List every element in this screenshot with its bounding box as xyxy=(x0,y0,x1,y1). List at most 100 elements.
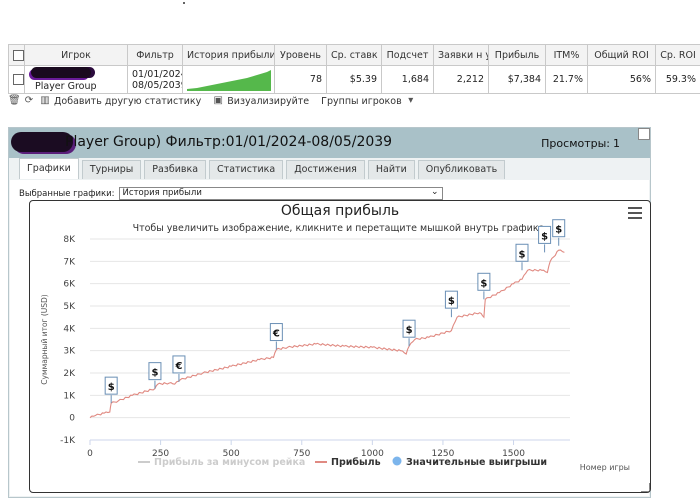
y-tick-label: 7K xyxy=(63,257,76,267)
image-icon: ▣ xyxy=(213,95,223,106)
legend-markers-swatch[interactable] xyxy=(392,456,402,466)
views-count: 1 xyxy=(613,137,620,150)
big-win-marker[interactable]: $ xyxy=(538,225,552,253)
chart-container[interactable]: Общая прибыль Чтобы увеличить изображени… xyxy=(29,200,651,493)
marker-label: € xyxy=(174,361,182,372)
select-all-cell[interactable] xyxy=(8,44,25,66)
level-value: 78 xyxy=(274,65,327,94)
tab-breakdown[interactable]: Разбивка xyxy=(144,160,207,179)
col-profit[interactable]: Прибыль xyxy=(488,44,546,66)
row-checkbox-cell[interactable] xyxy=(8,65,25,94)
profit-value: $7,384 xyxy=(488,65,546,94)
x-axis-label: Номер игры xyxy=(580,463,630,472)
col-player[interactable]: Игрок xyxy=(24,44,128,66)
big-win-marker[interactable]: $ xyxy=(104,376,118,404)
col-avg-stake[interactable]: Ср. ставк xyxy=(326,44,382,66)
panel-title: Player Group) Фильтр:01/01/2024-08/05/20… xyxy=(65,134,393,150)
marker-label: $ xyxy=(151,368,158,379)
col-avg-roi[interactable]: Ср. ROI xyxy=(655,44,700,66)
player-cell[interactable]: Player Group xyxy=(24,65,128,94)
filter-cell: 01/01/2024 08/05/2039 xyxy=(127,65,183,94)
marker-label: $ xyxy=(519,249,526,260)
count-value: 1,684 xyxy=(381,65,434,94)
chart-select-value: История прибыли xyxy=(122,188,202,198)
y-tick-label: 3K xyxy=(63,347,76,357)
marker-label: $ xyxy=(541,231,548,242)
x-tick-label: 0 xyxy=(87,449,93,459)
tab-statistics[interactable]: Статистика xyxy=(209,160,284,179)
marker-label: $ xyxy=(406,325,413,336)
y-tick-label: 5K xyxy=(63,302,76,312)
profit-sparkline xyxy=(187,69,271,91)
total-roi-value: 56% xyxy=(587,65,656,94)
caret-down-icon: ▾ xyxy=(408,95,414,106)
visualize-button[interactable]: ▣ Визуализируйте xyxy=(213,95,310,107)
big-win-marker[interactable]: $ xyxy=(552,219,566,246)
chart-select[interactable]: История прибыли ⌄ xyxy=(118,187,443,200)
add-stat-button[interactable]: ▥ Добавить другую статистику xyxy=(40,96,201,107)
tab-graphs[interactable]: Графики xyxy=(19,158,79,179)
redaction-scribble xyxy=(11,132,73,152)
y-tick-label: 6K xyxy=(63,280,76,290)
big-win-marker[interactable]: $ xyxy=(402,319,416,347)
panel-tabs: Графики Турниры Разбивка Статистика Дост… xyxy=(19,158,506,180)
add-stat-label: Добавить другую статистику xyxy=(54,95,202,107)
itm-value: 21.7% xyxy=(545,65,588,94)
close-button[interactable] xyxy=(638,128,650,140)
y-tick-label: 0 xyxy=(69,414,75,424)
tab-achievements[interactable]: Достижения xyxy=(286,160,365,179)
col-filter[interactable]: Фильтр xyxy=(127,44,183,66)
player-name: Player Group xyxy=(35,81,97,92)
y-axis-label: Суммарный итог (USD) xyxy=(40,294,49,385)
col-itm[interactable]: ITM% xyxy=(545,44,588,66)
col-level[interactable]: Уровень xyxy=(274,44,327,66)
resize-handle[interactable] xyxy=(641,483,650,492)
player-groups-dropdown[interactable]: Группы игроков ▾ xyxy=(321,96,416,107)
panel-header[interactable]: Player Group) Фильтр:01/01/2024-08/05/20… xyxy=(9,128,650,158)
marker-label: $ xyxy=(480,278,487,289)
big-win-marker[interactable]: $ xyxy=(477,272,491,300)
avg-stake-value: $5.39 xyxy=(326,65,382,94)
chart-select-label: Выбранные графики: xyxy=(19,188,115,199)
y-tick-label: 4K xyxy=(63,324,76,334)
col-entries[interactable]: Заявки н уч xyxy=(433,44,489,66)
col-total-roi[interactable]: Общий ROI xyxy=(587,44,656,66)
y-tick-label: -1K xyxy=(60,436,76,446)
marker-label: $ xyxy=(555,225,562,236)
tab-tournaments[interactable]: Турниры xyxy=(81,160,142,179)
marker-label: € xyxy=(272,329,280,340)
marker-label: $ xyxy=(448,296,455,307)
legend-markers-label[interactable]: Значительные выигрыши xyxy=(406,457,547,468)
table-toolbar: 🗑 ⟳ ▥ Добавить другую статистику ▣ Визуа… xyxy=(8,93,422,109)
legend-profit-label[interactable]: Прибыль xyxy=(331,457,381,468)
entries-value: 2,212 xyxy=(433,65,489,94)
tab-find[interactable]: Найти xyxy=(367,160,415,179)
big-win-marker[interactable]: € xyxy=(269,323,283,350)
chart-grid xyxy=(90,238,570,441)
chart-legend: Прибыль за минусом рейка Прибыль Значитель… xyxy=(138,456,547,468)
chart-series xyxy=(89,249,565,419)
columns-icon: ▥ xyxy=(40,95,50,106)
y-tick-label: 2K xyxy=(63,369,76,379)
chart-selector: Выбранные графики: История прибыли ⌄ xyxy=(19,187,443,200)
graph-panel: Player Group) Фильтр:01/01/2024-08/05/20… xyxy=(8,127,651,498)
chart-plot[interactable]: 8K7K6K5K4K3K2K1K0-1K0 250 500 750 1000 1250 15… xyxy=(30,201,650,492)
profit-sparkline-cell xyxy=(182,65,275,94)
table-row[interactable]: Player Group 01/01/2024 08/05/2039 78 $5… xyxy=(8,65,700,94)
col-profit-history[interactable]: История прибыли xyxy=(182,44,275,66)
views-counter: Просмотры: 1 xyxy=(541,137,620,150)
big-win-marker[interactable]: $ xyxy=(444,290,458,318)
big-win-marker[interactable]: $ xyxy=(148,362,162,389)
col-count[interactable]: Подсчет xyxy=(381,44,434,66)
row-checkbox[interactable] xyxy=(13,74,24,85)
chevron-down-icon: ⌄ xyxy=(430,187,439,197)
select-all-checkbox[interactable] xyxy=(13,49,24,61)
big-win-marker[interactable]: $ xyxy=(515,243,529,271)
profit-line xyxy=(89,249,565,419)
legend-rake-label[interactable]: Прибыль за минусом рейка xyxy=(154,457,305,468)
refresh-icon[interactable]: ⟳ xyxy=(24,96,34,106)
tab-publish[interactable]: Опубликовать xyxy=(417,160,506,179)
trash-icon[interactable]: 🗑 xyxy=(8,96,21,106)
y-tick-label: 8K xyxy=(63,235,76,245)
filter-to: 08/05/2039 xyxy=(132,79,183,91)
